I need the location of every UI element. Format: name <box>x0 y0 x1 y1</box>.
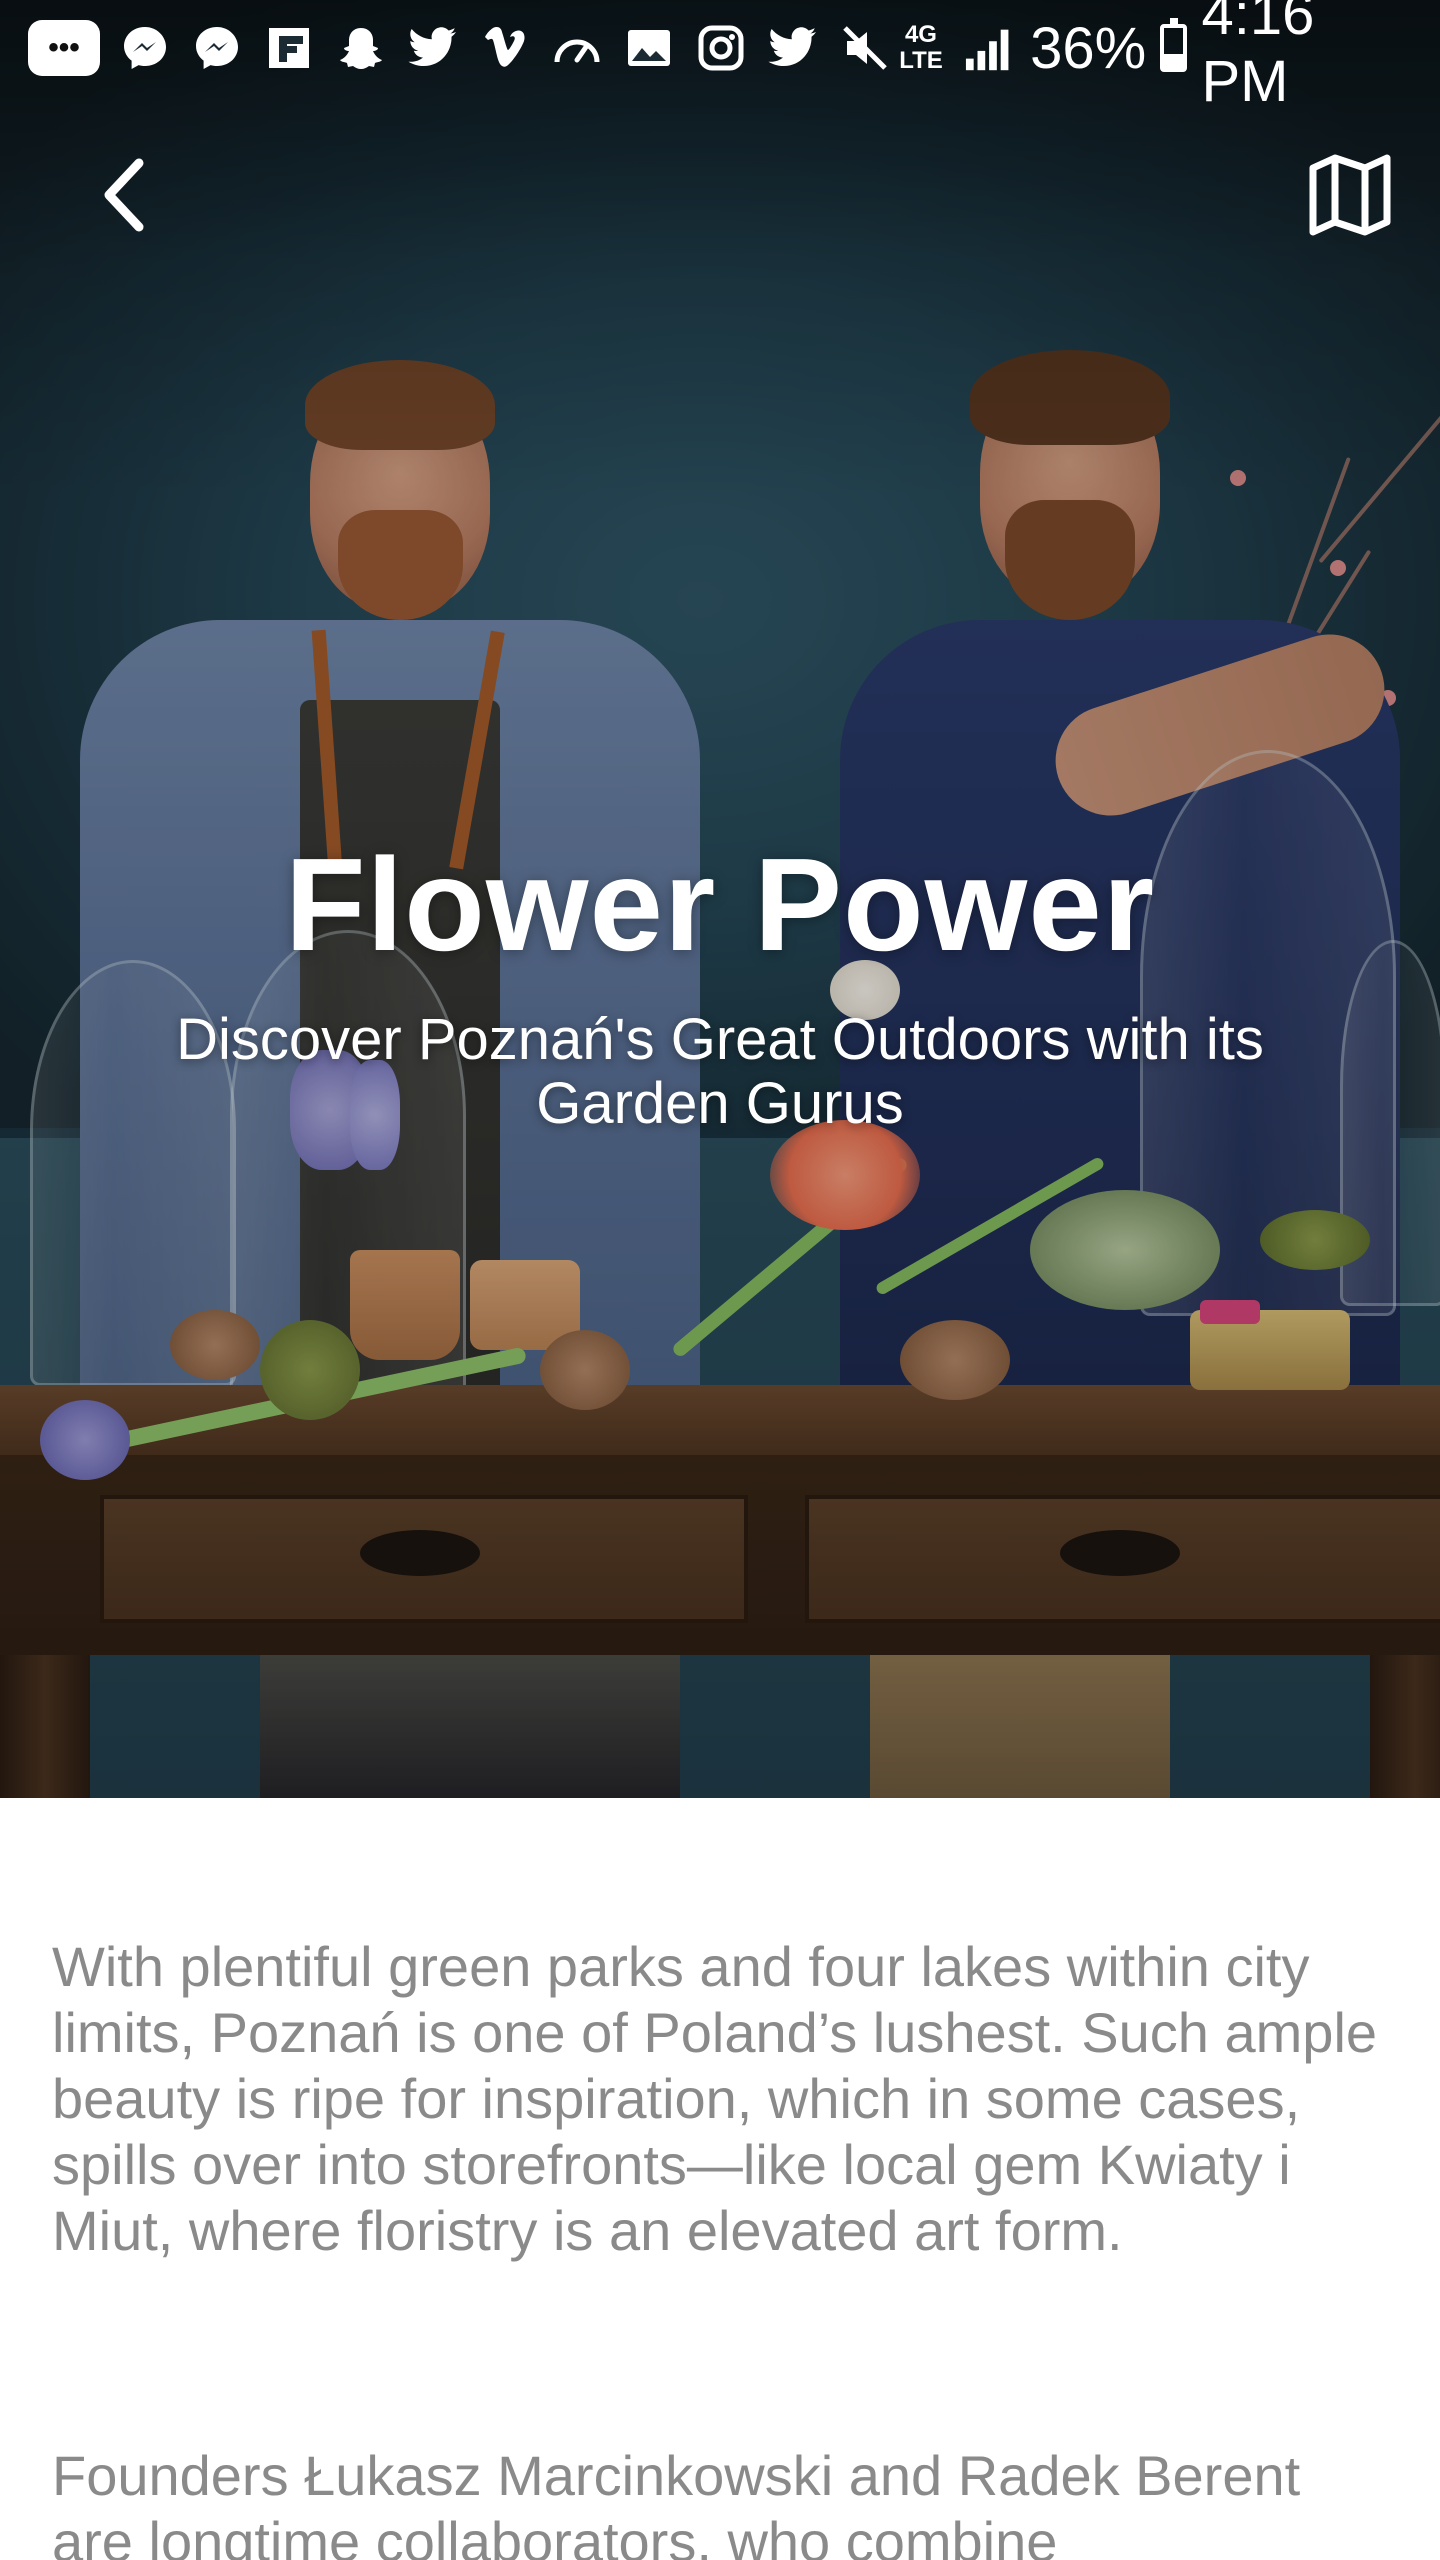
mute-icon <box>838 21 892 75</box>
hero-text: Flower Power Discover Poznań's Great Out… <box>0 830 1440 1136</box>
article-screen: ••• 4G LTE 36% 4:16 PM Flower Power Disc… <box>0 0 1440 2560</box>
article-subtitle: Discover Poznań's Great Outdoors with it… <box>176 1007 1264 1136</box>
network-indicator: 4G LTE <box>899 21 943 74</box>
battery-percent: 36% <box>1030 15 1147 81</box>
article-paragraph: Founders Łukasz Marcinkowski and Radek B… <box>52 2444 1301 2560</box>
chevron-left-icon <box>104 158 144 232</box>
messenger-icon <box>190 21 244 75</box>
signal-icon <box>965 29 1009 71</box>
notification-icons: ••• <box>0 20 892 76</box>
article-title: Flower Power <box>284 831 1156 978</box>
article-body: With plentiful green parks and four lake… <box>0 1798 1440 2560</box>
speedometer-icon <box>550 21 604 75</box>
battery-icon <box>1160 18 1188 72</box>
more-messages-icon: ••• <box>28 20 100 76</box>
twitter-icon <box>406 21 460 75</box>
twitter-icon <box>766 21 820 75</box>
back-button[interactable] <box>80 150 170 240</box>
article-paragraph: With plentiful green parks and four lake… <box>52 1935 1378 2262</box>
flipboard-icon <box>262 21 316 75</box>
map-icon <box>1309 154 1391 236</box>
status-right: 4G LTE 36% 4:16 PM <box>892 0 1440 115</box>
status-bar: ••• 4G LTE 36% 4:16 PM <box>0 0 1440 114</box>
map-button[interactable] <box>1300 145 1400 245</box>
messenger-icon <box>118 21 172 75</box>
instagram-icon <box>694 21 748 75</box>
vimeo-icon <box>478 21 532 75</box>
snapchat-icon <box>334 21 388 75</box>
gallery-icon <box>622 21 676 75</box>
clock: 4:16 PM <box>1201 0 1315 114</box>
